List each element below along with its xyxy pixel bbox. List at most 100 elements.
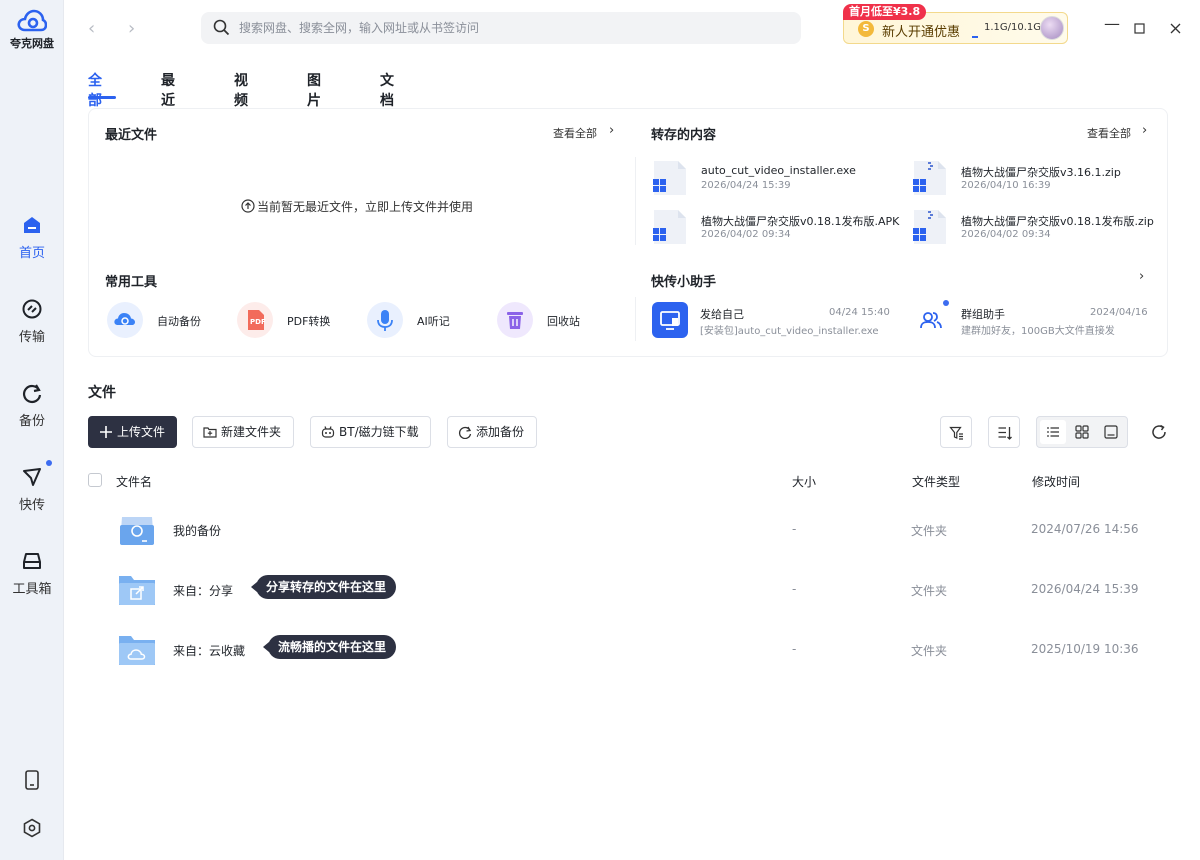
new-folder-icon <box>203 427 217 438</box>
settings-icon <box>23 818 41 838</box>
tab-recent[interactable]: 最近 <box>161 70 175 110</box>
upload-button[interactable]: 上传文件 <box>88 416 177 448</box>
phone-icon <box>25 770 39 790</box>
column-modified[interactable]: 修改时间 <box>1032 473 1080 490</box>
refresh-button[interactable] <box>1150 423 1168 444</box>
search-input[interactable] <box>239 12 789 44</box>
file-size: - <box>792 582 797 596</box>
saved-item-name: auto_cut_video_installer.exe <box>701 164 856 177</box>
magnet-icon <box>321 426 335 438</box>
tool-label: PDF转换 <box>287 315 331 328</box>
apk-file-icon <box>653 210 686 244</box>
recent-see-all-link[interactable]: 查看全部 <box>553 125 597 141</box>
forward-arrow-icon[interactable]: › <box>128 18 135 39</box>
grid-view-icon <box>1075 425 1089 439</box>
cloud-folder-icon <box>119 636 155 665</box>
sidebar-item-transfer[interactable]: 传输 <box>0 298 64 345</box>
logo-text: 夸克网盘 <box>10 37 54 50</box>
column-name[interactable]: 文件名 <box>116 473 152 490</box>
sidebar-item-label: 快传 <box>18 498 45 513</box>
saved-content-title: 转存的内容 <box>651 128 717 143</box>
file-type: 文件夹 <box>911 524 948 538</box>
bt-download-button[interactable]: BT/磁力链下载 <box>310 416 431 448</box>
backup-icon <box>458 426 472 439</box>
preview-view-button[interactable] <box>1098 420 1124 444</box>
divider <box>635 297 636 341</box>
auto-backup-icon <box>107 302 143 338</box>
vip-promo-text: 新人开通优惠 <box>882 25 961 40</box>
back-arrow-icon[interactable]: ‹ <box>88 18 95 39</box>
minimize-button[interactable]: — <box>1104 14 1120 33</box>
quick-item-send-self[interactable]: 发给自己 [安装包]auto_cut_video_installer.exe 0… <box>652 302 892 342</box>
add-backup-button-label: 添加备份 <box>476 425 525 439</box>
file-name: 我的备份 <box>173 524 222 538</box>
tab-video[interactable]: 视频 <box>234 70 248 110</box>
sidebar-item-home[interactable]: 首页 <box>0 214 64 261</box>
quick-item-subtitle: 建群加好友，100GB大文件直接发 <box>961 326 1115 337</box>
column-size[interactable]: 大小 <box>792 473 816 490</box>
preview-view-icon <box>1104 425 1118 439</box>
zip-file-icon <box>913 161 946 195</box>
sort-button[interactable] <box>988 416 1020 448</box>
new-folder-button[interactable]: 新建文件夹 <box>192 416 294 448</box>
saved-item-time: 2026/04/24 15:39 <box>701 180 791 191</box>
add-backup-button[interactable]: 添加备份 <box>447 416 537 448</box>
recent-empty-tip: 当前暂无最近文件，立即上传文件并使用 <box>241 198 473 215</box>
saved-item[interactable]: 植物大战僵尸杂交版v0.18.1发布版.zip 2026/04/02 09:34 <box>911 208 1161 248</box>
file-size: - <box>792 642 797 656</box>
saved-item-time: 2026/04/02 09:34 <box>701 229 791 240</box>
sidebar-item-toolbox[interactable]: 工具箱 <box>0 550 64 597</box>
send-badge-dot <box>46 460 52 466</box>
phone-button[interactable] <box>0 770 64 793</box>
file-table-header: 文件名 大小 文件类型 修改时间 <box>88 470 1168 492</box>
tool-label: 自动备份 <box>157 315 201 328</box>
saved-item[interactable]: 植物大战僵尸杂交版v3.16.1.zip 2026/04/10 16:39 <box>911 159 1161 199</box>
maximize-button[interactable] <box>1134 19 1145 38</box>
saved-item-name: 植物大战僵尸杂交版v0.18.1发布版.APK <box>701 215 900 228</box>
sidebar-item-backup[interactable]: 备份 <box>0 382 64 429</box>
table-row[interactable]: 来自：分享 分享转存的文件在这里 - 文件夹 2026/04/24 15:39 <box>88 565 1168 617</box>
transfer-icon <box>22 299 42 319</box>
saved-item[interactable]: auto_cut_video_installer.exe 2026/04/24 … <box>651 159 901 199</box>
tab-document[interactable]: 文档 <box>380 70 394 110</box>
app-logo[interactable]: 夸克网盘 <box>0 8 64 51</box>
file-name: 来自：云收藏 <box>173 644 246 658</box>
tools-title: 常用工具 <box>105 275 158 290</box>
tab-image[interactable]: 图片 <box>307 70 321 110</box>
maximize-icon <box>1134 23 1145 34</box>
filter-button[interactable] <box>940 416 972 448</box>
svg-text:PDF: PDF <box>250 318 266 326</box>
sidebar: 夸克网盘 首页 传输 备份 快传 工具箱 <box>0 0 64 860</box>
column-type[interactable]: 文件类型 <box>912 473 960 490</box>
share-folder-icon <box>119 576 155 605</box>
saved-see-all-link[interactable]: 查看全部 <box>1087 125 1131 141</box>
quick-item-group-helper[interactable]: 群组助手 建群加好友，100GB大文件直接发 2024/04/16 <box>913 300 1148 342</box>
select-all-checkbox[interactable] <box>88 473 102 487</box>
tab-all[interactable]: 全部 <box>88 70 102 110</box>
files-title: 文件 <box>88 385 116 401</box>
saved-item-time: 2026/04/10 16:39 <box>961 180 1051 191</box>
monitor-icon <box>652 302 688 338</box>
saved-item-name: 植物大战僵尸杂交版v0.18.1发布版.zip <box>961 215 1154 228</box>
chevron-right-icon[interactable]: › <box>1142 123 1147 138</box>
table-row[interactable]: 来自：云收藏 流畅播的文件在这里 - 文件夹 2025/10/19 10:36 <box>88 625 1168 677</box>
avatar[interactable] <box>1040 16 1064 40</box>
upload-circle-icon <box>241 199 255 213</box>
recent-files-title: 最近文件 <box>105 128 158 143</box>
close-button[interactable] <box>1170 19 1181 38</box>
list-view-button[interactable] <box>1040 420 1066 444</box>
file-name: 来自：分享 <box>173 584 234 598</box>
grid-view-button[interactable] <box>1069 420 1095 444</box>
recent-empty-text: 当前暂无最近文件，立即上传文件并使用 <box>257 200 474 214</box>
settings-button[interactable] <box>0 818 64 841</box>
top-bar: ‹ › S 新人开通优惠 1.1G/10.1G 首月低至¥3.8 — <box>64 0 1200 56</box>
saved-item[interactable]: 植物大战僵尸杂交版v0.18.1发布版.APK 2026/04/02 09:34 <box>651 208 901 248</box>
search-icon <box>213 19 230 36</box>
search-box <box>201 12 801 44</box>
table-row[interactable]: 我的备份 - 文件夹 2024/07/26 14:56 <box>88 505 1168 557</box>
sidebar-item-send[interactable]: 快传 <box>0 466 64 513</box>
chevron-right-icon[interactable]: › <box>609 123 614 138</box>
chevron-right-icon[interactable]: › <box>1139 269 1144 284</box>
new-folder-button-label: 新建文件夹 <box>221 425 282 439</box>
sidebar-item-label: 首页 <box>18 246 45 261</box>
